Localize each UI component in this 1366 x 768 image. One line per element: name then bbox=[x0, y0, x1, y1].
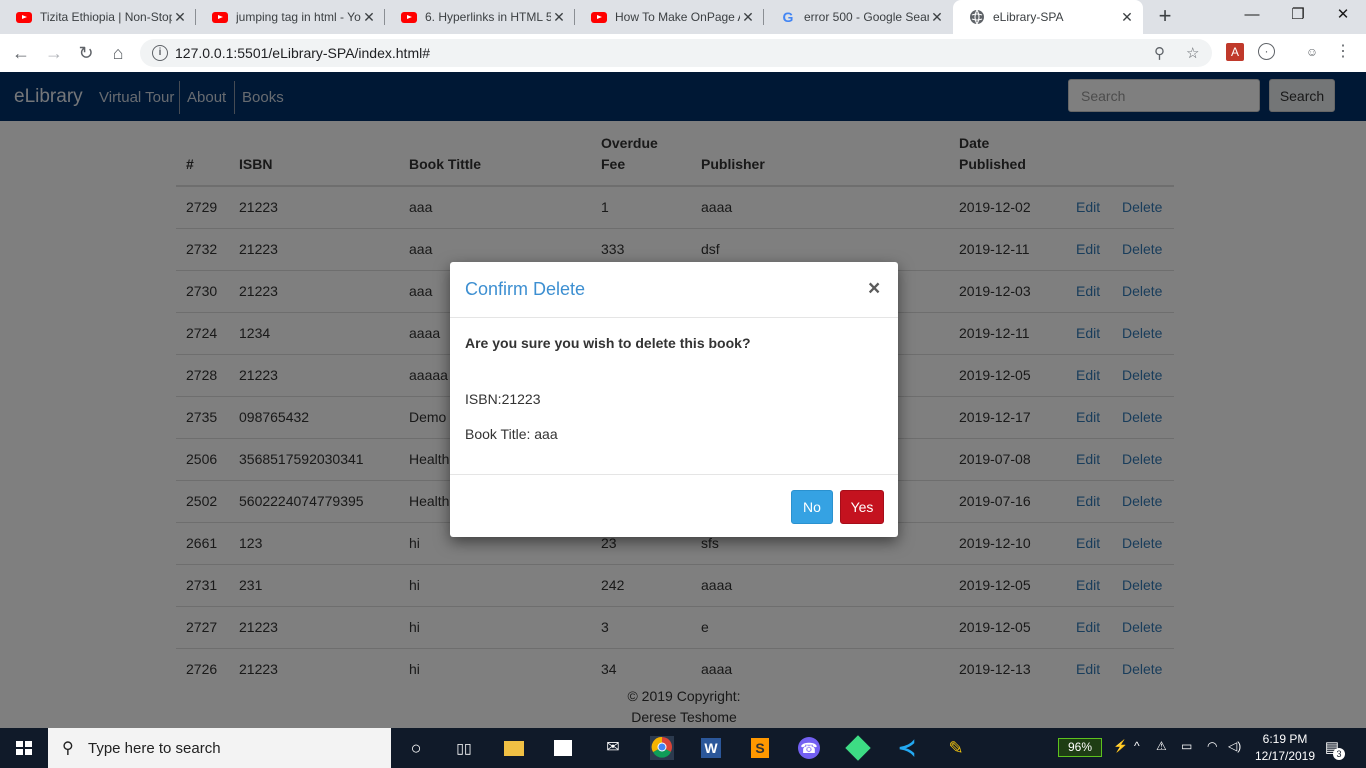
battery-tray-icon[interactable]: ▭ bbox=[1181, 739, 1192, 753]
taskbar: ⚲ Type here to search ○ ▯▯ ✉ W S ☎ ≺ ✎ 9… bbox=[0, 728, 1366, 768]
address-bar[interactable]: i 127.0.0.1:5501/eLibrary-SPA/index.html… bbox=[140, 39, 1212, 67]
clock-date: 12/17/2019 bbox=[1254, 749, 1316, 763]
browser-tab[interactable]: G error 500 - Google Search ✕ bbox=[764, 0, 953, 34]
notification-count: 3 bbox=[1333, 748, 1345, 760]
browser-tab[interactable]: 6. Hyperlinks in HTML 5 ✕ bbox=[385, 0, 575, 34]
extension-icon[interactable]: · bbox=[1258, 43, 1275, 60]
profile-avatar-icon[interactable]: ☺ bbox=[1303, 43, 1321, 61]
close-tab-icon[interactable]: ✕ bbox=[1119, 9, 1135, 26]
youtube-icon bbox=[591, 9, 607, 25]
action-center-icon[interactable]: ▤ 3 bbox=[1320, 736, 1345, 760]
battery-indicator[interactable]: 96% bbox=[1058, 738, 1102, 757]
no-button[interactable]: No bbox=[791, 490, 833, 524]
show-hidden-icons-chevron[interactable]: ^ bbox=[1134, 739, 1140, 753]
tab-title: How To Make OnPage Anchor bbox=[615, 10, 740, 24]
network-warning-icon[interactable]: ⚠ bbox=[1156, 739, 1167, 753]
close-tab-icon[interactable]: ✕ bbox=[551, 9, 567, 26]
power-plug-icon[interactable]: ⚡ bbox=[1113, 739, 1128, 753]
cortana-icon[interactable]: ○ bbox=[404, 736, 428, 760]
youtube-icon bbox=[16, 9, 32, 25]
browser-tab[interactable]: Tizita Ethiopia | Non-Stop ✕ bbox=[0, 0, 196, 34]
windows-logo-icon bbox=[16, 741, 32, 755]
google-icon: G bbox=[782, 9, 794, 25]
home-icon[interactable]: ⌂ bbox=[107, 42, 129, 64]
chrome-icon[interactable] bbox=[650, 736, 674, 760]
mail-icon[interactable]: ✉ bbox=[601, 736, 625, 760]
wifi-icon[interactable]: ◠ bbox=[1207, 739, 1217, 753]
close-icon[interactable]: × bbox=[868, 277, 880, 301]
viber-icon[interactable]: ☎ bbox=[797, 736, 821, 760]
yes-button[interactable]: Yes bbox=[840, 490, 884, 524]
browser-tab[interactable]: jumping tag in html - YouTube ✕ bbox=[196, 0, 385, 34]
youtube-icon bbox=[212, 9, 228, 25]
reload-icon[interactable]: ↻ bbox=[75, 42, 97, 64]
tab-title: eLibrary-SPA bbox=[993, 10, 1064, 24]
site-info-icon[interactable]: i bbox=[152, 45, 168, 61]
tab-title: error 500 - Google Search bbox=[804, 10, 929, 24]
android-studio-icon[interactable] bbox=[845, 735, 871, 761]
youtube-icon bbox=[401, 9, 417, 25]
menu-kebab-icon[interactable]: ⋮ bbox=[1334, 43, 1352, 61]
minimize-icon[interactable]: — bbox=[1229, 0, 1275, 30]
tab-title: 6. Hyperlinks in HTML 5 bbox=[425, 10, 551, 24]
modal-book-title: Book Title: aaa bbox=[465, 426, 558, 442]
taskbar-search-placeholder: Type here to search bbox=[88, 740, 221, 757]
task-view-icon[interactable]: ▯▯ bbox=[452, 736, 476, 760]
close-tab-icon[interactable]: ✕ bbox=[172, 9, 188, 26]
store-icon[interactable] bbox=[551, 736, 575, 760]
tab-title: jumping tag in html - YouTube bbox=[236, 10, 361, 24]
paint-icon[interactable]: ✎ bbox=[944, 736, 968, 760]
browser-toolbar: ← → ↻ ⌂ i 127.0.0.1:5501/eLibrary-SPA/in… bbox=[0, 34, 1366, 73]
modal-header: Confirm Delete × bbox=[450, 262, 898, 318]
zoom-icon[interactable]: ⚲ bbox=[1154, 44, 1165, 62]
confirm-delete-modal: Confirm Delete × Are you sure you wish t… bbox=[450, 262, 898, 537]
modal-isbn: ISBN:21223 bbox=[465, 391, 541, 407]
back-icon[interactable]: ← bbox=[10, 42, 32, 64]
browser-tab[interactable]: How To Make OnPage Anchor ✕ bbox=[575, 0, 764, 34]
word-icon[interactable]: W bbox=[699, 736, 723, 760]
browser-tab-active[interactable]: eLibrary-SPA ✕ bbox=[953, 0, 1143, 34]
modal-title: Confirm Delete bbox=[465, 279, 586, 299]
web-page: eLibrary Virtual Tour About Books Search… bbox=[0, 72, 1366, 728]
new-tab-icon[interactable]: + bbox=[1154, 5, 1176, 28]
system-clock[interactable]: 6:19 PM 12/17/2019 bbox=[1248, 731, 1322, 765]
modal-footer: No Yes bbox=[450, 474, 898, 538]
close-tab-icon[interactable]: ✕ bbox=[740, 9, 756, 26]
bookmark-star-icon[interactable]: ☆ bbox=[1186, 44, 1199, 62]
close-tab-icon[interactable]: ✕ bbox=[929, 9, 945, 26]
vscode-icon[interactable]: ≺ bbox=[895, 736, 919, 760]
file-explorer-icon[interactable] bbox=[502, 736, 526, 760]
globe-icon bbox=[969, 9, 985, 25]
restore-icon[interactable]: ❐ bbox=[1275, 0, 1321, 30]
browser-tab-strip: Tizita Ethiopia | Non-Stop ✕ jumping tag… bbox=[0, 0, 1366, 34]
clock-time: 6:19 PM bbox=[1262, 732, 1308, 746]
sublime-text-icon[interactable]: S bbox=[748, 736, 772, 760]
url-text: 127.0.0.1:5501/eLibrary-SPA/index.html# bbox=[175, 45, 431, 61]
taskbar-search[interactable]: ⚲ Type here to search bbox=[48, 728, 391, 768]
volume-icon[interactable]: ◁) bbox=[1228, 739, 1241, 753]
close-tab-icon[interactable]: ✕ bbox=[361, 9, 377, 26]
pdf-extension-icon[interactable]: A bbox=[1226, 43, 1244, 61]
start-button[interactable] bbox=[0, 728, 48, 768]
tab-title: Tizita Ethiopia | Non-Stop bbox=[40, 10, 172, 24]
search-icon: ⚲ bbox=[62, 740, 74, 757]
modal-question: Are you sure you wish to delete this boo… bbox=[465, 335, 751, 351]
forward-icon[interactable]: → bbox=[43, 42, 65, 64]
close-window-icon[interactable]: ✕ bbox=[1320, 0, 1366, 30]
